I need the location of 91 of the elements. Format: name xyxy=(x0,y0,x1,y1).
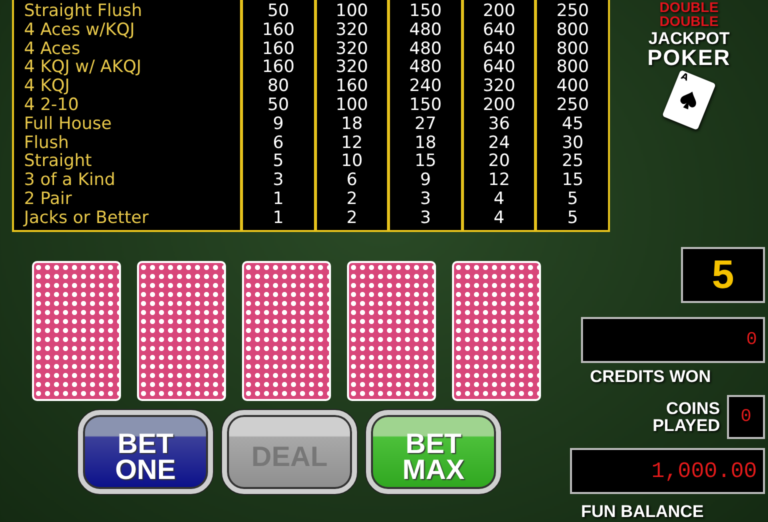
hand-name: Straight xyxy=(23,152,93,172)
payout-value: 9 xyxy=(272,114,284,134)
payout-value: 640 xyxy=(482,58,516,78)
payout-value: 20 xyxy=(488,152,510,172)
payout-value: 6 xyxy=(272,134,284,152)
payout-value: 150 xyxy=(409,96,442,115)
payout-value: 12 xyxy=(488,171,510,190)
payout-value: 320 xyxy=(336,58,368,78)
payout-value: 800 xyxy=(556,20,589,40)
payout-value: 480 xyxy=(409,40,442,58)
payout-value: 100 xyxy=(336,2,368,21)
payout-value: 160 xyxy=(262,40,295,58)
payout-value: 400 xyxy=(556,77,589,96)
payout-value: 480 xyxy=(409,20,442,40)
logo-text: JACKPOT xyxy=(648,30,730,47)
coins-played-label: COINS PLAYED xyxy=(652,400,720,434)
payout-value: 15 xyxy=(414,152,436,172)
game-button[interactable]: BET ONE xyxy=(78,410,213,494)
payout-value: 320 xyxy=(482,77,516,96)
hand-name: 4 2-10 xyxy=(23,96,80,115)
card-back[interactable] xyxy=(137,261,226,401)
payout-value: 3 xyxy=(420,208,431,228)
credits-won-display: 0 xyxy=(581,317,765,363)
payout-value: 50 xyxy=(267,96,290,115)
payout-value: 250 xyxy=(556,2,589,21)
payout-value: 160 xyxy=(262,58,295,78)
payout-value: 15 xyxy=(562,171,584,190)
payout-value: 480 xyxy=(409,58,442,78)
payout-value: 1 xyxy=(272,190,284,209)
payout-value: 800 xyxy=(556,40,589,58)
hand-name: 2 Pair xyxy=(23,190,73,209)
payout-value: 4 xyxy=(494,190,504,209)
hand-name: 4 Aces w/KQJ xyxy=(23,20,136,40)
hand-name: 3 of a Kind xyxy=(23,171,116,190)
hand-name: Flush xyxy=(23,134,70,152)
payout-value: 640 xyxy=(482,40,516,58)
payout-value: 36 xyxy=(488,114,510,134)
payout-value: 45 xyxy=(562,114,584,134)
payout-value: 24 xyxy=(488,134,510,152)
card-back[interactable] xyxy=(242,261,331,401)
payout-value: 2 xyxy=(346,190,358,209)
payout-value: 10 xyxy=(341,152,363,172)
logo-text: POKER xyxy=(647,47,731,69)
payout-value: 320 xyxy=(336,40,368,58)
payout-value: 4 xyxy=(494,208,504,228)
hand-name: Jacks or Better xyxy=(22,208,150,228)
logo-text: DOUBLE xyxy=(659,14,719,28)
payout-value: 320 xyxy=(336,20,368,40)
payout-value: 100 xyxy=(336,96,368,115)
payout-value: 240 xyxy=(409,77,442,96)
credits-won-label: CREDITS WON xyxy=(590,367,711,387)
payout-value: 3 xyxy=(272,171,284,190)
payout-value: 25 xyxy=(562,152,584,172)
coins-played-display: 0 xyxy=(727,395,765,439)
payout-value: 5 xyxy=(567,190,578,209)
payout-value: 12 xyxy=(341,134,363,152)
hand-name: 4 KQJ w/ AKQJ xyxy=(23,58,142,78)
playing-card-drawing: A xyxy=(662,70,716,130)
logo-text: DOUBLE xyxy=(659,0,719,14)
bet-display: 5 xyxy=(681,247,765,303)
payout-value: 250 xyxy=(556,96,589,115)
card-back[interactable] xyxy=(452,261,541,401)
payout-value: 3 xyxy=(420,190,431,209)
payout-value: 150 xyxy=(409,2,442,21)
hand-name: 4 KQJ xyxy=(23,77,71,96)
game-button[interactable]: BET MAX xyxy=(366,410,501,494)
payout-value: 160 xyxy=(262,20,295,40)
payout-value: 27 xyxy=(414,114,436,134)
payout-value: 6 xyxy=(346,171,358,190)
hand-name: Straight Flush xyxy=(23,2,144,21)
card-back[interactable] xyxy=(347,261,436,401)
payout-value: 80 xyxy=(267,77,290,96)
payout-value: 18 xyxy=(414,134,436,152)
payout-value: 5 xyxy=(272,152,284,172)
card-back[interactable] xyxy=(32,261,121,401)
payout-value: 200 xyxy=(482,2,516,21)
payout-value: 200 xyxy=(482,96,516,115)
payout-value: 5 xyxy=(567,208,578,228)
payout-value: 9 xyxy=(420,171,431,190)
payout-value: 1 xyxy=(272,208,284,228)
payout-value: 640 xyxy=(482,20,516,40)
fun-balance-label: FUN BALANCE xyxy=(581,502,704,522)
payout-value: 800 xyxy=(556,58,589,78)
fun-balance-display: 1,000.00 xyxy=(570,448,765,494)
payout-value: 160 xyxy=(336,77,368,96)
hand-name: 4 Aces xyxy=(23,40,82,58)
payout-value: 18 xyxy=(341,114,363,134)
hand-name: Full House xyxy=(23,114,113,134)
payout-value: 30 xyxy=(562,134,584,152)
payout-value: 2 xyxy=(346,208,358,228)
payout-value: 50 xyxy=(267,2,290,21)
